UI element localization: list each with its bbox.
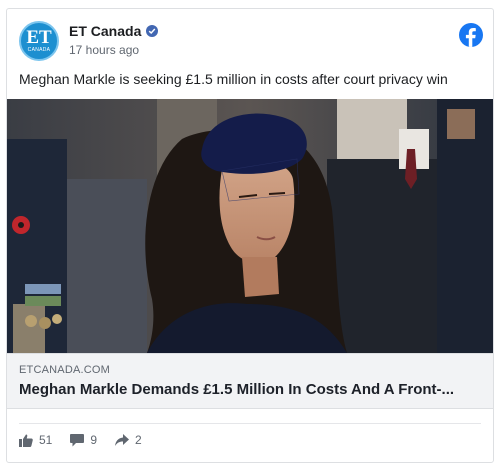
post-photo[interactable]	[7, 99, 493, 353]
comment-icon	[70, 433, 85, 446]
post-timestamp[interactable]: 17 hours ago	[69, 43, 139, 57]
facebook-post-card: ET CANADA ET Canada 17 hours ago Meghan …	[6, 8, 494, 463]
footer-divider	[19, 423, 481, 424]
like-count[interactable]: 51	[19, 433, 52, 447]
link-preview[interactable]: ETCANADA.COM Meghan Markle Demands £1.5 …	[7, 353, 493, 409]
link-headline[interactable]: Meghan Markle Demands £1.5 Million In Co…	[19, 381, 489, 398]
page-avatar[interactable]: ET CANADA	[19, 21, 59, 61]
like-count-value: 51	[39, 433, 53, 447]
engagement-stats: 51 9 2	[19, 433, 160, 447]
comment-count[interactable]: 9	[70, 433, 97, 447]
avatar-subtext: CANADA	[27, 46, 51, 53]
link-domain: ETCANADA.COM	[19, 364, 111, 376]
facebook-logo-icon[interactable]	[459, 23, 483, 47]
comment-count-value: 9	[90, 433, 98, 447]
avatar-initials: ET	[26, 26, 52, 48]
share-count-value: 2	[135, 433, 142, 447]
page-name[interactable]: ET Canada	[69, 23, 159, 39]
verified-badge-icon	[146, 25, 159, 37]
post-header: ET CANADA ET Canada 17 hours ago	[19, 21, 483, 65]
post-text: Meghan Markle is seeking £1.5 million in…	[19, 71, 448, 87]
share-icon	[115, 434, 130, 446]
share-count[interactable]: 2	[115, 433, 142, 447]
like-icon	[19, 434, 33, 447]
page-name-label[interactable]: ET Canada	[69, 23, 141, 39]
